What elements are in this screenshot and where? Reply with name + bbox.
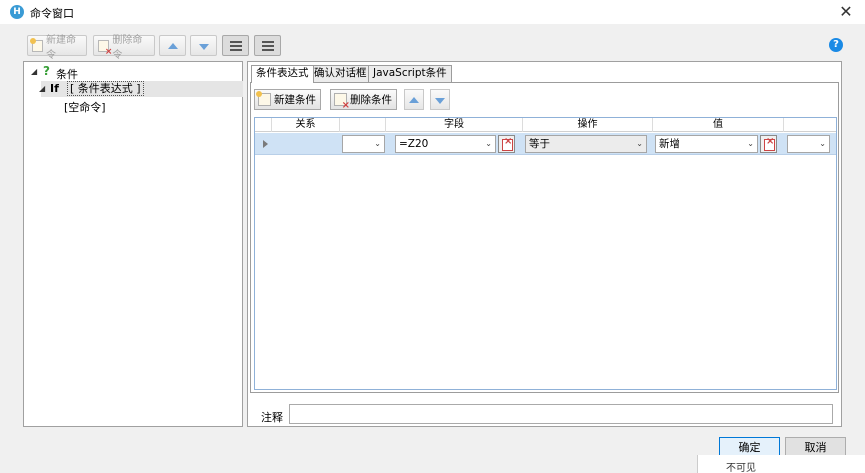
tree-item-if-label[interactable]: [ 条件表达式 ] (67, 81, 144, 96)
field-select[interactable]: =Z20 ⌄ (395, 135, 496, 153)
command-tree[interactable]: ◢ ? 条件 ◢ If [ 条件表达式 ] [空命令] (23, 61, 243, 427)
column-header-extra (784, 118, 836, 132)
note-label: 注释 (261, 411, 283, 424)
new-command-icon (30, 37, 43, 52)
chevron-down-icon: ⌄ (819, 139, 826, 148)
title-bar: H 命令窗口 ✕ (0, 0, 865, 24)
new-condition-icon (256, 91, 271, 106)
tab-condition-expression[interactable]: 条件表达式 (251, 65, 314, 83)
chevron-down-icon: ⌄ (636, 139, 643, 148)
column-header-relation: 关系 (272, 118, 340, 132)
app-logo-icon: H (10, 5, 24, 19)
indent-toggle-button[interactable] (222, 35, 249, 56)
condition-down-button[interactable] (430, 89, 450, 110)
arrow-up-icon (168, 43, 178, 49)
tree-item-empty-command[interactable]: [空命令] (64, 99, 106, 115)
condition-tab-body: 新建条件 删除条件 关系 字段 操作 值 (250, 82, 839, 393)
table-row[interactable]: ⌄ =Z20 ⌄ 等于 ⌄ 新增 ⌄ (255, 133, 836, 155)
column-header-value: 值 (653, 118, 784, 132)
move-down-button[interactable] (190, 35, 217, 56)
if-keyword: If (50, 82, 59, 95)
row-indicator-icon (263, 140, 268, 148)
command-dialog: H 命令窗口 ✕ 新建命令 删除命令 ? ◢ ? 条件 ◢ If [ 条件表达式… (0, 0, 865, 473)
condition-panel: 条件表达式 确认对话框 JavaScript条件 新建条件 删除条件 关系 (247, 61, 842, 427)
chevron-down-icon: ⌄ (747, 139, 754, 148)
condition-grid[interactable]: 关系 字段 操作 值 ⌄ =Z20 ⌄ × 等于 ⌄ 新增 ⌄ × ⌄ (254, 117, 837, 390)
background-app-text: 不可见 (726, 463, 756, 473)
delete-command-icon (98, 39, 113, 57)
delete-command-button[interactable]: 删除命令 (93, 35, 155, 61)
value-value: 新增 (659, 138, 680, 150)
delete-command-label: 删除命令 (112, 34, 143, 61)
new-command-label: 新建命令 (46, 34, 76, 61)
column-header-blank (340, 118, 386, 132)
outdent-toggle-button[interactable] (254, 35, 281, 56)
arrow-down-icon (435, 98, 445, 104)
value-select[interactable]: 新增 ⌄ (655, 135, 758, 153)
tree-item-condition[interactable]: 条件 (56, 66, 78, 82)
background-app-panel (697, 455, 865, 473)
new-condition-label: 新建条件 (274, 94, 316, 106)
value-formula-button[interactable] (760, 135, 777, 153)
relation-select[interactable]: ⌄ (342, 135, 385, 153)
chevron-down-icon: ⌄ (374, 139, 381, 148)
extra-select[interactable]: ⌄ (787, 135, 830, 153)
column-header-operator: 操作 (523, 118, 653, 132)
list-outdent-icon (262, 41, 274, 51)
grid-header: 关系 字段 操作 值 (255, 118, 836, 132)
arrow-up-icon (409, 97, 419, 103)
chevron-down-icon: ⌄ (485, 139, 492, 148)
delete-condition-button[interactable]: 删除条件 (330, 89, 397, 111)
window-title: 命令窗口 (30, 7, 74, 20)
close-icon[interactable]: ✕ (836, 2, 856, 22)
delete-condition-icon (334, 93, 350, 111)
field-formula-button[interactable] (498, 135, 515, 153)
question-icon: ? (43, 64, 50, 78)
operator-value: 等于 (529, 138, 550, 150)
condition-up-button[interactable] (404, 89, 424, 110)
expand-if-icon[interactable]: ◢ (39, 84, 45, 93)
expand-root-icon[interactable]: ◢ (31, 67, 37, 76)
delete-condition-label: 删除条件 (350, 94, 392, 106)
arrow-down-icon (199, 44, 209, 50)
column-header-field: 字段 (386, 118, 523, 132)
tab-javascript-condition[interactable]: JavaScript条件 (368, 65, 452, 82)
move-up-button[interactable] (159, 35, 186, 56)
field-value: =Z20 (399, 138, 429, 150)
operator-select[interactable]: 等于 ⌄ (525, 135, 647, 153)
new-command-button[interactable]: 新建命令 (27, 35, 87, 61)
list-indent-icon (230, 41, 242, 51)
note-input[interactable] (289, 404, 833, 424)
grid-header-indicator (255, 118, 272, 132)
help-icon[interactable]: ? (829, 38, 843, 52)
new-condition-button[interactable]: 新建条件 (254, 89, 321, 110)
tab-confirm-dialog[interactable]: 确认对话框 (309, 65, 372, 82)
